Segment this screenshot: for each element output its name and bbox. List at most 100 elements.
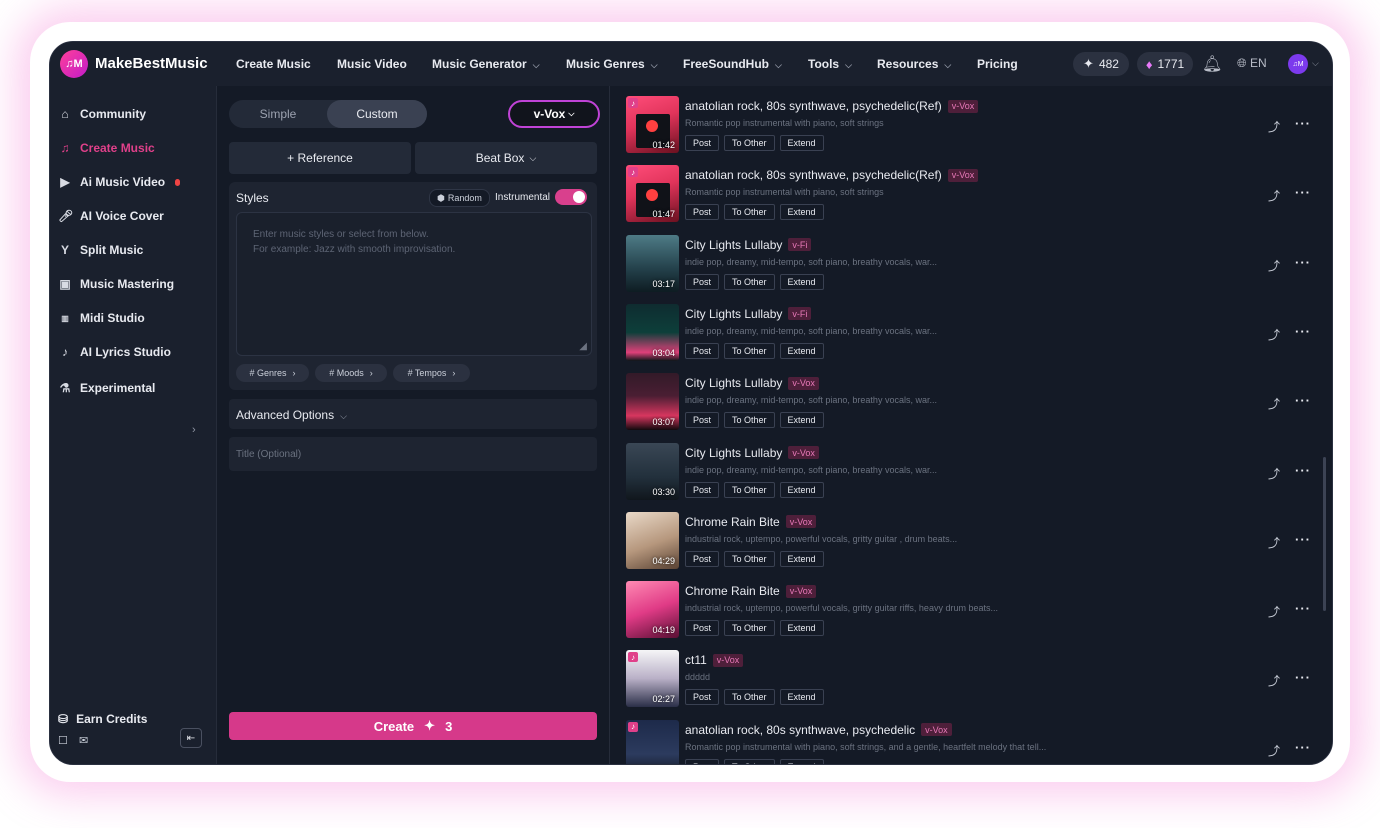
- share-icon[interactable]: ⤴: [1268, 534, 1280, 551]
- extend-button[interactable]: Extend: [779, 550, 824, 567]
- avatar[interactable]: ♫M: [1288, 54, 1308, 74]
- random-button[interactable]: ⬢ Random: [429, 189, 490, 207]
- sidebar-item-ai-music-video[interactable]: ▶ Ai Music Video: [58, 170, 181, 194]
- sidebar-item-ai-lyrics-studio[interactable]: ♪ AI Lyrics Studio: [58, 340, 171, 364]
- more-options-icon[interactable]: ···: [1295, 324, 1311, 339]
- post-button[interactable]: Post: [685, 620, 720, 637]
- song-title[interactable]: anatolian rock, 80s synthwave, psychedel…: [685, 168, 942, 182]
- to-other-button[interactable]: To Other: [724, 620, 775, 637]
- tempos-tag[interactable]: # Tempos ›: [393, 364, 470, 382]
- nav-freesoundhub[interactable]: FreeSoundHub ⌵: [683, 57, 782, 71]
- to-other-button[interactable]: To Other: [724, 412, 775, 429]
- song-row[interactable]: 03:04 City Lights Lullaby v-Fi indie pop, d…: [626, 303, 1316, 364]
- song-cover[interactable]: 04:19: [626, 581, 679, 639]
- song-cover[interactable]: ♪ 02:27: [626, 650, 679, 708]
- logo-icon[interactable]: ♫M: [60, 50, 88, 78]
- share-icon[interactable]: ⤴: [1268, 257, 1280, 274]
- earn-credits-link[interactable]: ⛁ Earn Credits: [58, 712, 147, 726]
- more-options-icon[interactable]: ···: [1295, 601, 1311, 616]
- song-title[interactable]: anatolian rock, 80s synthwave, psychedel…: [685, 99, 942, 113]
- nav-pricing[interactable]: Pricing: [977, 57, 1018, 71]
- sidebar-item-music-mastering[interactable]: ▣ Music Mastering: [58, 272, 174, 296]
- song-title[interactable]: City Lights Lullaby: [685, 238, 782, 252]
- song-title[interactable]: Chrome Rain Bite: [685, 515, 780, 529]
- nav-tools[interactable]: Tools ⌵: [808, 57, 852, 71]
- advanced-options-toggle[interactable]: Advanced Options ⌵: [229, 399, 597, 429]
- mail-icon[interactable]: ✉: [79, 734, 88, 747]
- more-options-icon[interactable]: ···: [1295, 255, 1311, 270]
- extend-button[interactable]: Extend: [779, 342, 824, 359]
- share-icon[interactable]: ⤴: [1268, 118, 1280, 135]
- discord-icon[interactable]: ☐: [58, 734, 68, 747]
- share-icon[interactable]: ⤴: [1268, 672, 1280, 689]
- extend-button[interactable]: Extend: [779, 204, 824, 221]
- song-cover[interactable]: 04:29: [626, 511, 679, 569]
- more-options-icon[interactable]: ···: [1295, 463, 1311, 478]
- credits-pill[interactable]: ✦ 482: [1073, 52, 1129, 76]
- mode-custom-tab[interactable]: Custom: [327, 100, 427, 128]
- song-cover[interactable]: 03:17: [626, 234, 679, 292]
- post-button[interactable]: Post: [685, 135, 720, 151]
- more-options-icon[interactable]: ···: [1295, 532, 1311, 547]
- gems-pill[interactable]: ♦ 1771: [1137, 52, 1193, 76]
- extend-button[interactable]: Extend: [779, 481, 824, 498]
- song-cover[interactable]: 03:30: [626, 442, 679, 500]
- share-icon[interactable]: ⤴: [1268, 465, 1280, 482]
- sidebar-item-split-music[interactable]: Y Split Music: [58, 238, 143, 262]
- to-other-button[interactable]: To Other: [724, 689, 775, 706]
- more-options-icon[interactable]: ···: [1295, 116, 1311, 131]
- post-button[interactable]: Post: [685, 273, 720, 290]
- scrollbar[interactable]: [1323, 457, 1326, 611]
- bell-icon[interactable]: 🔔︎: [1202, 54, 1222, 74]
- song-row[interactable]: 03:17 City Lights Lullaby v-Fi indie pop, d…: [626, 234, 1316, 295]
- more-options-icon[interactable]: ···: [1295, 393, 1311, 408]
- song-title[interactable]: City Lights Lullaby: [685, 446, 782, 460]
- sidebar-item-create-music[interactable]: ♫ Create Music: [58, 136, 155, 160]
- song-title[interactable]: ct11: [685, 653, 707, 667]
- to-other-button[interactable]: To Other: [724, 273, 775, 290]
- song-row[interactable]: ♪ 02:27 ct11 v-Vox ddddd Post To Other Extend ⤴ ·…: [626, 650, 1316, 710]
- song-title[interactable]: anatolian rock, 80s synthwave, psychedel…: [685, 723, 915, 737]
- to-other-button[interactable]: To Other: [724, 758, 775, 764]
- song-cover[interactable]: ♪ 01:47: [626, 165, 679, 223]
- song-row[interactable]: ♪ anatolian rock, 80s synthwave, psychede…: [626, 719, 1316, 764]
- post-button[interactable]: Post: [685, 412, 720, 429]
- sidebar-item-midi-studio[interactable]: ▥ Midi Studio: [58, 306, 144, 330]
- sidebar-item-experimental[interactable]: ⚗ Experimental: [58, 376, 156, 400]
- nav-music-genres[interactable]: Music Genres ⌵: [566, 57, 658, 71]
- resize-handle-icon[interactable]: ◢: [579, 341, 587, 352]
- nav-resources[interactable]: Resources ⌵: [877, 57, 951, 71]
- add-reference-button[interactable]: + Reference: [229, 142, 411, 174]
- extend-button[interactable]: Extend: [779, 758, 824, 764]
- share-icon[interactable]: ⤴: [1268, 395, 1280, 412]
- sidebar-item-community[interactable]: ⌂ Community: [58, 102, 146, 126]
- title-input[interactable]: [229, 437, 597, 471]
- model-selector[interactable]: v-Vox ⌵: [508, 100, 600, 128]
- beat-box-button[interactable]: Beat Box ⌵: [415, 142, 597, 174]
- chevron-down-icon[interactable]: ⌵: [1312, 58, 1319, 69]
- genres-tag[interactable]: # Genres ›: [236, 364, 309, 382]
- share-icon[interactable]: ⤴: [1268, 742, 1280, 759]
- nav-music-video[interactable]: Music Video: [337, 57, 407, 71]
- collapse-sidebar-button[interactable]: ⇤: [180, 728, 202, 748]
- song-cover[interactable]: ♪: [626, 719, 679, 764]
- song-cover[interactable]: ♪ 01:42: [626, 96, 679, 153]
- styles-input[interactable]: Enter music styles or select from below.…: [236, 212, 592, 356]
- song-row[interactable]: ♪ 01:47 anatolian rock, 80s synthwave, psy…: [626, 165, 1316, 225]
- share-icon[interactable]: ⤴: [1268, 187, 1280, 204]
- song-row[interactable]: 03:07 City Lights Lullaby v-Vox indie pop, …: [626, 373, 1316, 433]
- extend-button[interactable]: Extend: [779, 273, 824, 290]
- create-button[interactable]: Create ✦ 3: [229, 712, 597, 740]
- share-icon[interactable]: ⤴: [1268, 603, 1280, 620]
- song-row[interactable]: ♪ 01:42 anatolian rock, 80s synthwave, psy…: [626, 96, 1316, 156]
- extend-button[interactable]: Extend: [779, 620, 824, 637]
- sidebar-item-ai-voice-cover[interactable]: 🎤︎ AI Voice Cover: [58, 204, 164, 228]
- extend-button[interactable]: Extend: [779, 412, 824, 429]
- song-cover[interactable]: 03:04: [626, 303, 679, 361]
- song-row[interactable]: 04:19 Chrome Rain Bite v-Vox industrial roc…: [626, 581, 1316, 641]
- song-title[interactable]: City Lights Lullaby: [685, 376, 782, 390]
- song-row[interactable]: 04:29 Chrome Rain Bite v-Vox industrial roc…: [626, 511, 1316, 572]
- post-button[interactable]: Post: [685, 550, 720, 567]
- brand-name[interactable]: MakeBestMusic: [95, 55, 208, 72]
- post-button[interactable]: Post: [685, 342, 720, 359]
